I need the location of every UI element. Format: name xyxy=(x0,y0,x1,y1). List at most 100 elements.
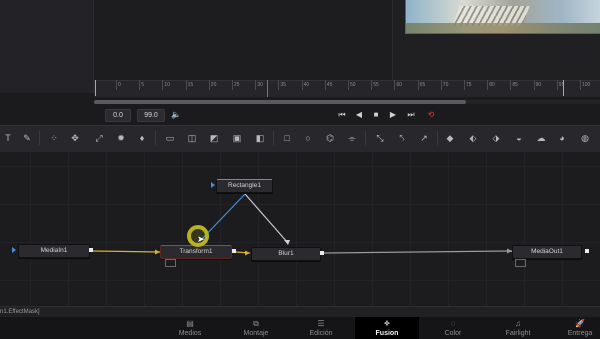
mediain-output-port[interactable] xyxy=(89,248,93,252)
ruler-tick xyxy=(371,80,373,90)
light-3d-icon[interactable]: ☁ xyxy=(534,131,548,145)
link-arrow-blur xyxy=(245,250,250,256)
node-rectangle-label: Rectangle1 xyxy=(228,182,261,189)
ruler-tick-label: 100 xyxy=(582,82,591,88)
ruler-tick-label: 75 xyxy=(466,82,472,88)
audio-icon[interactable]: 🔈 xyxy=(170,108,182,121)
render-range-end[interactable] xyxy=(563,80,564,96)
text-3d-icon[interactable]: ⬗ xyxy=(489,131,503,145)
tab-montaje[interactable]: ⧉ Montaje xyxy=(224,317,288,339)
ruler-tick-label: 55 xyxy=(373,82,379,88)
tab-entrega[interactable]: 🚀 Entrega xyxy=(548,317,600,339)
paint-tool-icon[interactable]: ✎ xyxy=(20,131,34,145)
ruler-tick xyxy=(301,80,303,90)
start-time-field[interactable]: 0.0 xyxy=(105,109,131,122)
ruler-tick-label: 15 xyxy=(187,82,194,88)
render-range-start[interactable] xyxy=(95,80,96,96)
ruler-tick-label: 20 xyxy=(210,82,217,88)
tracker-icon[interactable]: ⤡ xyxy=(373,131,387,145)
ruler-tick xyxy=(139,80,141,90)
channel-boolean-icon[interactable]: ◫ xyxy=(185,131,199,145)
fusion-icon: ✧ xyxy=(383,319,391,328)
play-reverse-icon[interactable]: ◀ xyxy=(353,108,365,121)
node-mediaout-label: MediaOut1 xyxy=(531,248,563,255)
timeline-scrollbar-thumb[interactable] xyxy=(94,100,466,104)
loader-icon[interactable]: ◧ xyxy=(253,131,267,145)
ruler-tick-label: 0 xyxy=(118,82,121,88)
background-icon[interactable]: ▣ xyxy=(230,131,244,145)
loop-icon[interactable]: ⟲ xyxy=(425,108,437,121)
pwarp-icon[interactable]: ⤢ xyxy=(92,131,106,145)
ruler-tick-label: 25 xyxy=(234,82,240,88)
transform-view-buttons[interactable] xyxy=(165,259,176,267)
ruler-tick xyxy=(324,80,326,90)
fairlight-icon: ♫ xyxy=(515,319,521,328)
merge-3d-icon[interactable]: ⬖ xyxy=(466,131,480,145)
camera-tracker-icon[interactable]: ↗ xyxy=(417,131,431,145)
inspector-panel xyxy=(0,0,94,93)
ellipse-mask-icon[interactable]: ○ xyxy=(301,131,315,145)
ruler-tick xyxy=(510,80,512,90)
merge-icon[interactable]: ▭ xyxy=(163,131,177,145)
bspline-mask-icon[interactable]: ⌯ xyxy=(345,131,359,145)
renderer-3d-icon[interactable]: ◕ xyxy=(555,131,569,145)
ruler-tick xyxy=(464,80,465,90)
text-tool-icon[interactable]: T xyxy=(1,131,15,145)
node-transform[interactable]: Transform1 xyxy=(160,245,232,259)
tab-fairlight[interactable]: ♫ Fairlight xyxy=(486,317,550,339)
play-icon[interactable]: ▶ xyxy=(387,108,399,121)
stop-icon[interactable]: ■ xyxy=(370,108,382,121)
shape-3d-icon[interactable]: ◆ xyxy=(443,131,457,145)
planar-tracker-icon[interactable]: ⤣ xyxy=(395,131,409,145)
ruler-tick xyxy=(278,80,280,90)
ruler-tick-label: 65 xyxy=(419,82,426,88)
blur-output-port[interactable] xyxy=(320,251,324,255)
ruler-tick xyxy=(255,80,257,90)
node-blur[interactable]: Blur1 xyxy=(251,247,321,261)
link-blur-mediaout xyxy=(323,250,513,254)
node-mediain-label: MediaIn1 xyxy=(40,247,68,254)
ruler-tick xyxy=(487,80,489,90)
end-time-field[interactable]: 99.0 xyxy=(137,109,165,122)
mediaout-view-buttons[interactable] xyxy=(515,259,526,267)
ruler-tick xyxy=(417,80,419,90)
node-blur-label: Blur1 xyxy=(278,250,294,257)
tab-edicion[interactable]: ☰ Edición xyxy=(289,317,353,339)
ruler-tick-label: 10 xyxy=(164,82,170,88)
ruler-tick-label: 60 xyxy=(396,82,402,88)
sun-icon[interactable]: ✹ xyxy=(114,131,128,145)
drop-icon[interactable]: ♦ xyxy=(135,131,149,145)
ruler-tick xyxy=(394,80,396,90)
color-icon: ◌ xyxy=(450,319,456,328)
matte-control-icon[interactable]: ◩ xyxy=(207,131,221,145)
particle-render-icon[interactable]: ✥ xyxy=(68,131,82,145)
link-rectangle-blur-mask xyxy=(244,193,289,244)
polygon-mask-icon[interactable]: ⌬ xyxy=(323,131,337,145)
tab-fusion[interactable]: ✧ Fusion xyxy=(355,317,419,339)
go-to-end-icon[interactable]: ⏭ xyxy=(405,108,417,121)
ruler-tick xyxy=(162,80,164,90)
rectangle-mask-icon[interactable]: □ xyxy=(280,131,294,145)
status-text: n1.EffectMask] xyxy=(0,309,40,315)
particle-emitter-icon[interactable]: ⁘ xyxy=(47,131,61,145)
ruler-tick-label: 85 xyxy=(512,82,518,88)
camera-3d-icon[interactable]: ◒ xyxy=(512,131,526,145)
tab-color[interactable]: ◌ Color xyxy=(421,317,485,339)
ruler-tick xyxy=(440,80,442,90)
image-plane-icon[interactable]: ◍ xyxy=(578,131,592,145)
ruler-tick-label: 35 xyxy=(280,82,286,88)
ruler-tick xyxy=(232,80,233,90)
ruler-tick-label: 90 xyxy=(535,82,542,88)
ruler-tick-label: 40 xyxy=(303,82,310,88)
fusion-toolbar xyxy=(0,125,600,154)
node-rectangle[interactable]: Rectangle1 xyxy=(216,179,273,193)
playhead[interactable] xyxy=(267,80,268,97)
ruler-tick-label: 30 xyxy=(257,82,263,88)
node-mediaout[interactable]: MediaOut1 xyxy=(512,245,582,259)
ruler-tick xyxy=(533,80,535,90)
transform-output-port[interactable] xyxy=(232,249,236,253)
tab-medios[interactable]: ▤ Medios xyxy=(158,317,222,339)
go-to-start-icon[interactable]: ⏮ xyxy=(336,108,348,121)
mediaout-output-port[interactable] xyxy=(585,249,589,253)
node-mediain[interactable]: MediaIn1 xyxy=(18,244,90,258)
